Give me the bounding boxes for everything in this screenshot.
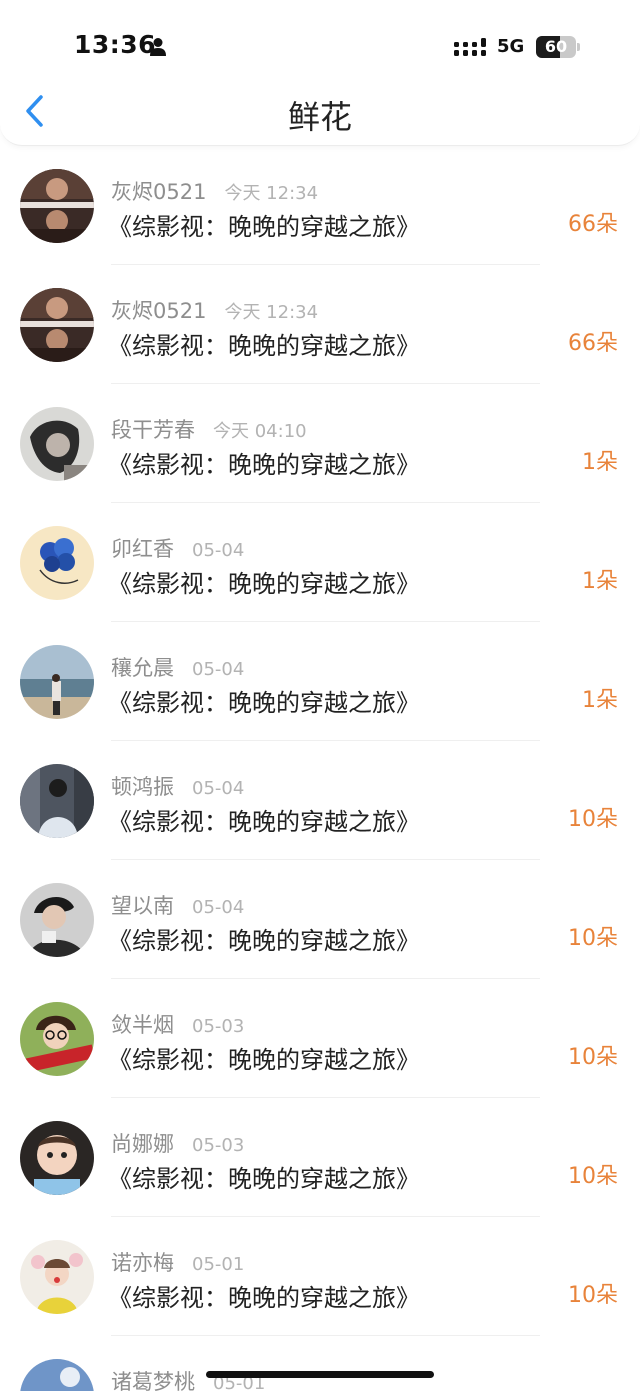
timestamp: 今天 04:10 <box>213 421 307 442</box>
list-item[interactable]: 灰烬0521 今天 12:34 《综影视：晚晚的穿越之旅》 66朵 <box>0 146 640 265</box>
user-name: 敛半烟 <box>111 1013 174 1037</box>
timestamp: 05-03 <box>192 1016 245 1037</box>
list-item[interactable]: 诺亦梅 05-01 《综影视：晚晚的穿越之旅》 10朵 <box>0 1217 640 1336</box>
flower-count: 10朵 <box>568 1283 618 1308</box>
list-item[interactable]: 顿鸿振 05-04 《综影视：晚晚的穿越之旅》 10朵 <box>0 741 640 860</box>
navigation-bar: 鲜花 <box>0 90 640 140</box>
flower-count: 1朵 <box>582 688 618 713</box>
avatar[interactable] <box>20 645 94 719</box>
flower-count: 66朵 <box>568 331 618 356</box>
book-title: 《综影视：晚晚的穿越之旅》 <box>108 332 420 360</box>
user-name: 尚娜娜 <box>111 1132 174 1156</box>
list-item[interactable]: 穰允晨 05-04 《综影视：晚晚的穿越之旅》 1朵 <box>0 622 640 741</box>
user-name: 顿鸿振 <box>111 775 174 799</box>
avatar[interactable] <box>20 1002 94 1076</box>
list-item[interactable]: 段干芳春 今天 04:10 《综影视：晚晚的穿越之旅》 1朵 <box>0 384 640 503</box>
user-name: 卯红香 <box>111 537 174 561</box>
user-name: 望以南 <box>111 894 174 918</box>
avatar[interactable] <box>20 1359 94 1391</box>
list-item[interactable]: 卯红香 05-04 《综影视：晚晚的穿越之旅》 1朵 <box>0 503 640 622</box>
flower-count: 10朵 <box>568 807 618 832</box>
timestamp: 05-04 <box>192 659 245 680</box>
avatar[interactable] <box>20 883 94 957</box>
timestamp: 05-04 <box>192 778 245 799</box>
signal-icon <box>454 38 486 56</box>
flower-list-page: 13:36 5G 60 鲜花 灰烬0521 今天 12:34 《综影视：晚晚的穿… <box>0 0 640 1391</box>
timestamp: 今天 12:34 <box>224 183 319 204</box>
timestamp: 05-04 <box>192 897 245 918</box>
page-title: 鲜花 <box>287 98 352 136</box>
user-name: 灰烬0521 <box>111 180 207 204</box>
list-item[interactable]: 灰烬0521 今天 12:34 《综影视：晚晚的穿越之旅》 66朵 <box>0 265 640 384</box>
flower-count: 66朵 <box>568 212 618 237</box>
flower-count: 10朵 <box>568 1045 618 1070</box>
user-name: 诺亦梅 <box>111 1251 174 1275</box>
avatar[interactable] <box>20 288 94 362</box>
book-title: 《综影视：晚晚的穿越之旅》 <box>108 1046 420 1074</box>
avatar[interactable] <box>20 526 94 600</box>
book-title: 《综影视：晚晚的穿越之旅》 <box>108 213 420 241</box>
timestamp: 05-01 <box>192 1254 245 1275</box>
person-icon <box>150 38 166 56</box>
home-indicator[interactable] <box>206 1371 434 1378</box>
user-name: 穰允晨 <box>111 656 174 680</box>
book-title: 《综影视：晚晚的穿越之旅》 <box>108 808 420 836</box>
book-title: 《综影视：晚晚的穿越之旅》 <box>108 570 420 598</box>
network-type: 5G <box>497 36 525 57</box>
book-title: 《综影视：晚晚的穿越之旅》 <box>108 1284 420 1312</box>
header: 13:36 5G 60 鲜花 <box>0 0 640 146</box>
flower-record-list: 灰烬0521 今天 12:34 《综影视：晚晚的穿越之旅》 66朵 灰烬0521 今… <box>0 146 640 1391</box>
flower-count: 1朵 <box>582 569 618 594</box>
status-bar: 13:36 5G 60 <box>0 0 640 90</box>
flower-count: 1朵 <box>582 450 618 475</box>
timestamp: 05-04 <box>192 540 245 561</box>
book-title: 《综影视：晚晚的穿越之旅》 <box>108 1165 420 1193</box>
list-item[interactable]: 诸葛梦桃 05-01 <box>0 1336 640 1391</box>
timestamp: 05-03 <box>192 1135 245 1156</box>
user-name: 诸葛梦桃 <box>111 1370 195 1391</box>
flower-count: 10朵 <box>568 926 618 951</box>
book-title: 《综影视：晚晚的穿越之旅》 <box>108 689 420 717</box>
battery-icon: 60 <box>536 36 580 58</box>
list-item[interactable]: 尚娜娜 05-03 《综影视：晚晚的穿越之旅》 10朵 <box>0 1098 640 1217</box>
book-title: 《综影视：晚晚的穿越之旅》 <box>108 451 420 479</box>
list-item[interactable]: 敛半烟 05-03 《综影视：晚晚的穿越之旅》 10朵 <box>0 979 640 1098</box>
avatar[interactable] <box>20 1240 94 1314</box>
user-name: 灰烬0521 <box>111 299 207 323</box>
avatar[interactable] <box>20 764 94 838</box>
status-time: 13:36 <box>74 30 157 59</box>
book-title: 《综影视：晚晚的穿越之旅》 <box>108 927 420 955</box>
timestamp: 今天 12:34 <box>224 302 319 323</box>
flower-count: 10朵 <box>568 1164 618 1189</box>
battery-percent: 60 <box>544 37 568 56</box>
avatar[interactable] <box>20 169 94 243</box>
user-name: 段干芳春 <box>111 418 195 442</box>
list-item[interactable]: 望以南 05-04 《综影视：晚晚的穿越之旅》 10朵 <box>0 860 640 979</box>
avatar[interactable] <box>20 407 94 481</box>
avatar[interactable] <box>20 1121 94 1195</box>
